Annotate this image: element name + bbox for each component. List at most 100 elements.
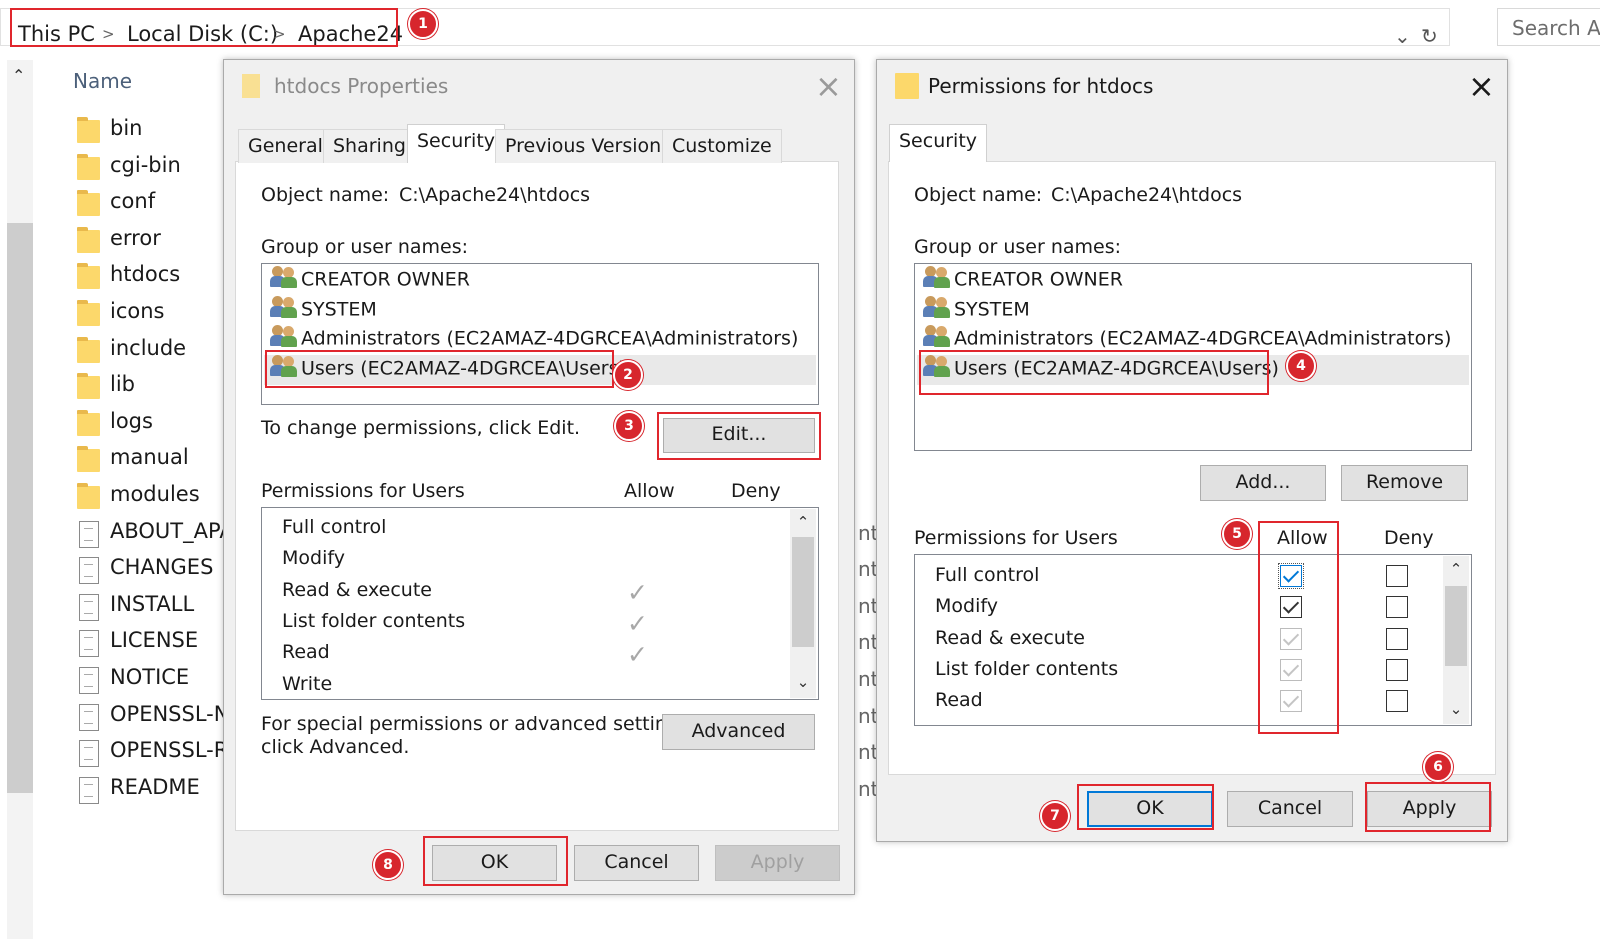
folder-name: lib xyxy=(110,372,135,397)
folder-icon xyxy=(77,263,100,290)
document-icon xyxy=(79,703,99,731)
users-icon xyxy=(270,324,298,348)
folder-name: bin xyxy=(110,116,143,140)
deny-checkbox[interactable] xyxy=(1386,596,1408,619)
users-icon xyxy=(923,324,951,348)
chevron-down-icon[interactable]: ⌄ xyxy=(1394,24,1411,48)
folder-icon xyxy=(77,373,100,400)
permission-name: Read & execute xyxy=(935,626,1085,649)
scroll-up-icon[interactable]: ⌃ xyxy=(790,513,816,531)
column-header-name[interactable]: Name xyxy=(73,69,132,93)
tab-general[interactable]: General xyxy=(238,129,333,163)
folder-icon xyxy=(77,153,100,180)
user-item-label: CREATOR OWNER xyxy=(954,268,1123,291)
folder-name: htdocs xyxy=(110,262,181,287)
users-icon xyxy=(270,265,298,289)
inherited-allow-check-icon: ✓ xyxy=(627,640,648,670)
user-item-label: Administrators (EC2AMAZ-4DGRCEA\Administ… xyxy=(954,327,1452,350)
permission-name: Full control xyxy=(935,564,1040,586)
file-name: README xyxy=(110,774,200,799)
search-placeholder: Search Ap xyxy=(1512,16,1600,40)
file-name: NOTICE xyxy=(110,665,190,689)
user-item-label: SYSTEM xyxy=(301,298,377,321)
folder-icon xyxy=(77,336,100,363)
object-name-label: Object name: xyxy=(261,184,390,206)
remove-button[interactable]: Remove xyxy=(1341,465,1468,501)
permissions-dialog: Permissions for htdocs × Security Object… xyxy=(876,59,1508,842)
close-icon[interactable]: × xyxy=(815,70,842,102)
folder-name: manual xyxy=(110,445,189,470)
special-permissions-text-1: For special permissions or advanced sett… xyxy=(261,713,695,735)
allow-header: Allow xyxy=(624,480,675,502)
permission-name: Write xyxy=(282,672,333,695)
add-button[interactable]: Add... xyxy=(1200,465,1326,501)
properties-title: htdocs Properties xyxy=(274,74,449,98)
scroll-up-icon[interactable]: ⌃ xyxy=(1443,560,1469,578)
explorer-scroll-thumb[interactable] xyxy=(7,223,33,793)
document-icon xyxy=(79,593,99,621)
file-name: CHANGES xyxy=(110,555,214,580)
user-item-creator-owner[interactable]: CREATOR OWNER xyxy=(923,266,1123,298)
folder-icon xyxy=(77,117,100,143)
special-permissions-text-2: click Advanced. xyxy=(261,736,410,758)
users-icon xyxy=(923,295,951,319)
document-icon xyxy=(79,740,99,768)
search-input[interactable]: Search Ap xyxy=(1497,8,1600,46)
folder-name: icons xyxy=(110,299,165,323)
deny-checkbox[interactable] xyxy=(1386,627,1408,650)
annotation-badge-2: 2 xyxy=(613,360,643,390)
properties-dialog: htdocs Properties × General Sharing Secu… xyxy=(223,59,855,895)
annotation-box-4 xyxy=(919,350,1269,395)
deny-header: Deny xyxy=(731,480,781,502)
folder-name: error xyxy=(110,225,161,250)
document-icon xyxy=(79,520,99,548)
scroll-down-icon[interactable]: ⌄ xyxy=(1443,700,1469,718)
document-icon xyxy=(79,667,99,694)
scroll-down-icon[interactable]: ⌄ xyxy=(790,673,816,691)
user-item-creator-owner[interactable]: CREATOR OWNER xyxy=(270,265,470,298)
permissions-scrollbar[interactable]: ⌃ ⌄ xyxy=(790,509,816,698)
permissions-scrollbar[interactable]: ⌃ ⌄ xyxy=(1443,556,1469,724)
scroll-thumb[interactable] xyxy=(1445,586,1467,666)
tab-security[interactable]: Security xyxy=(889,124,988,162)
deny-checkbox[interactable] xyxy=(1386,690,1408,713)
tab-sharing[interactable]: Sharing xyxy=(323,129,416,163)
document-icon xyxy=(79,630,99,658)
folder-icon xyxy=(77,226,100,253)
close-icon[interactable]: × xyxy=(1468,70,1495,102)
folder-icon xyxy=(77,190,100,217)
document-icon xyxy=(79,776,99,804)
inherited-allow-check-icon: ✓ xyxy=(627,608,648,638)
file-name: LICENSE xyxy=(110,628,199,653)
annotation-badge-8: 8 xyxy=(373,850,403,880)
permissions-cancel-button[interactable]: Cancel xyxy=(1227,791,1353,827)
folder-name: conf xyxy=(110,189,156,214)
properties-cancel-button[interactable]: Cancel xyxy=(574,845,699,881)
permissions-list: Full control Modify Read & execute List fol… xyxy=(914,554,1472,726)
tab-previous-versions[interactable]: Previous Versions xyxy=(495,129,682,163)
scroll-thumb[interactable] xyxy=(792,537,814,647)
permission-name: Read xyxy=(282,641,330,664)
folder-icon xyxy=(77,483,100,509)
permission-name: Modify xyxy=(935,595,998,618)
deny-checkbox[interactable] xyxy=(1386,658,1408,681)
annotation-badge-4: 4 xyxy=(1286,351,1316,381)
user-item-label: Administrators (EC2AMAZ-4DGRCEA\Administ… xyxy=(301,327,799,350)
properties-apply-button: Apply xyxy=(715,845,840,881)
tab-security[interactable]: Security xyxy=(407,124,506,163)
file-name: INSTALL xyxy=(110,591,195,616)
refresh-icon[interactable]: ↻ xyxy=(1421,24,1438,48)
users-icon xyxy=(270,295,298,319)
deny-checkbox[interactable] xyxy=(1386,565,1408,587)
annotation-box-2 xyxy=(265,350,614,388)
permission-name: Read xyxy=(935,689,983,712)
annotation-box-8 xyxy=(423,836,568,886)
permission-name: List folder contents xyxy=(282,609,466,632)
tab-customize[interactable]: Customize xyxy=(662,129,782,163)
annotation-badge-7: 7 xyxy=(1040,801,1070,831)
annotation-box-6 xyxy=(1365,782,1491,832)
permission-name: List folder contents xyxy=(935,657,1119,680)
scroll-up-icon[interactable]: ⌃ xyxy=(12,66,25,85)
advanced-button[interactable]: Advanced xyxy=(662,714,815,750)
object-name-value: C:\Apache24\htdocs xyxy=(1051,184,1243,206)
